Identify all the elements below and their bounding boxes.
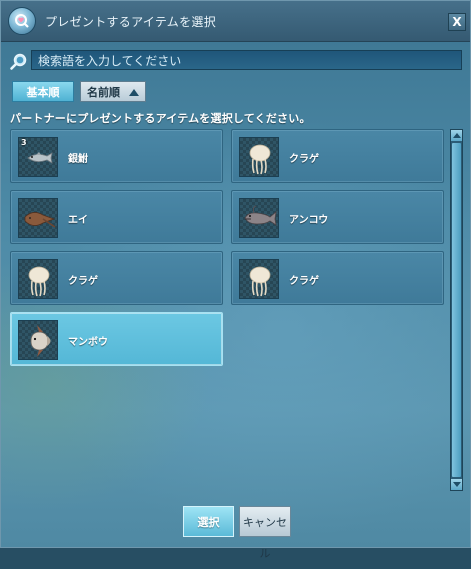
- jellyfish-icon: [249, 266, 271, 297]
- search-bar: 検索語を入力してください: [9, 50, 464, 72]
- item-card[interactable]: クラゲ: [10, 251, 223, 305]
- cancel-button[interactable]: キャンセル: [239, 506, 291, 560]
- instruction-text: パートナーにプレゼントするアイテムを選択してください。: [10, 112, 311, 125]
- sort-name-button[interactable]: 名前順: [80, 81, 146, 102]
- scroll-up-button[interactable]: [451, 130, 462, 141]
- item-quantity: 3: [21, 138, 27, 147]
- anglerfish-icon: [244, 205, 277, 226]
- window-title: プレゼントするアイテムを選択: [45, 15, 217, 29]
- search-icon: [9, 52, 29, 72]
- item-name: アンコウ: [289, 215, 329, 226]
- item-card[interactable]: エイ: [10, 190, 223, 244]
- item-slot: [18, 198, 58, 238]
- item-list-scrollbar[interactable]: [450, 129, 463, 491]
- gift-item-window: プレゼントするアイテムを選択 X 検索語を入力してください 基本順 名前順 パー…: [0, 0, 471, 560]
- item-slot: [239, 198, 279, 238]
- item-name: クラゲ: [289, 276, 319, 287]
- sort-basic-button[interactable]: 基本順: [12, 81, 74, 102]
- heart-search-icon: [8, 7, 36, 35]
- item-card[interactable]: 3 銀鮒: [10, 129, 223, 183]
- item-card-selected[interactable]: マンボウ: [10, 312, 223, 366]
- item-slot: 3: [18, 137, 58, 177]
- item-slot: [239, 137, 279, 177]
- item-slot: [18, 259, 58, 299]
- item-name: クラゲ: [68, 276, 98, 287]
- scroll-down-button[interactable]: [451, 479, 462, 490]
- ray-fish-icon: [24, 212, 56, 228]
- sort-ascending-icon: [129, 89, 139, 96]
- item-name: エイ: [68, 215, 88, 226]
- item-grid: 3 銀鮒 クラゲ エイ アンコウ クラゲ クラゲ マンボウ: [10, 129, 448, 491]
- item-card[interactable]: クラゲ: [231, 251, 444, 305]
- item-card[interactable]: クラゲ: [231, 129, 444, 183]
- close-button[interactable]: X: [448, 13, 466, 31]
- item-name: マンボウ: [68, 337, 108, 348]
- sunfish-icon: [30, 325, 51, 357]
- sort-name-label: 名前順: [87, 86, 120, 99]
- item-slot: [239, 259, 279, 299]
- item-name: 銀鮒: [68, 154, 88, 165]
- select-button[interactable]: 選択: [183, 506, 234, 537]
- search-input[interactable]: 検索語を入力してください: [31, 50, 462, 70]
- title-bar[interactable]: プレゼントするアイテムを選択 X: [1, 1, 470, 42]
- jellyfish-icon: [28, 266, 50, 297]
- item-name: クラゲ: [289, 154, 319, 165]
- scroll-thumb[interactable]: [452, 143, 461, 477]
- item-card[interactable]: アンコウ: [231, 190, 444, 244]
- item-slot: [18, 320, 58, 360]
- jellyfish-icon: [249, 144, 271, 175]
